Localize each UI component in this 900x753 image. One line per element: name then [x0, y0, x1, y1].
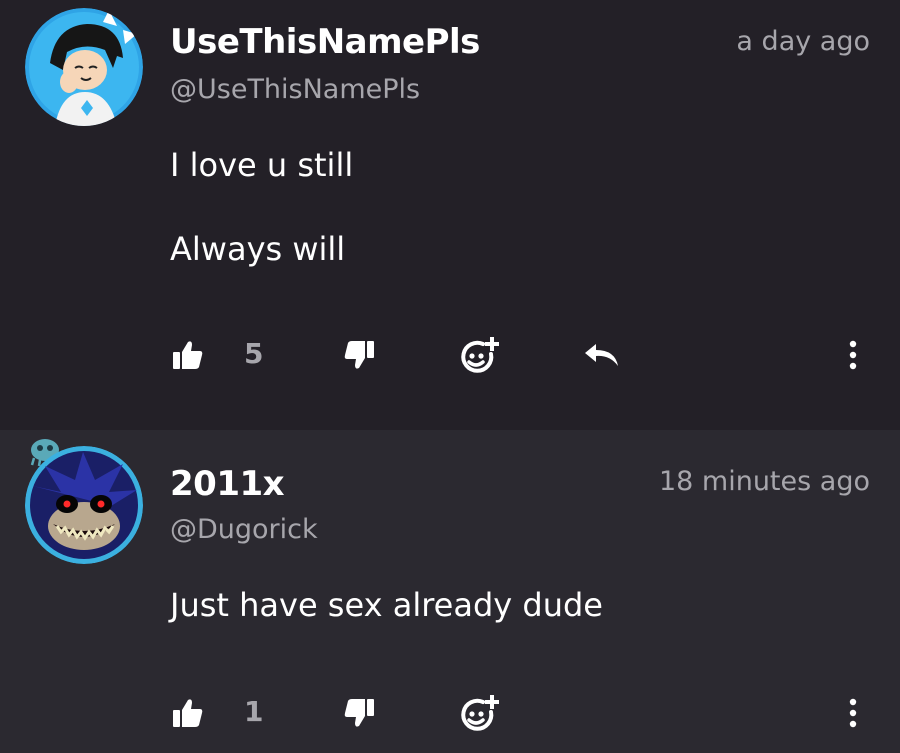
thumbs-up-icon [173, 341, 203, 369]
add-reaction-button[interactable] [459, 694, 499, 734]
more-vertical-icon [849, 340, 857, 370]
comment-text-line: I love u still [170, 146, 354, 184]
thumbs-down-icon [344, 699, 374, 727]
more-options-button[interactable] [846, 698, 860, 728]
timestamp: a day ago [736, 26, 870, 57]
like-count: 1 [244, 695, 264, 728]
emoji-add-icon [461, 695, 499, 731]
comment-text-line: Always will [170, 230, 346, 268]
emoji-add-icon [461, 337, 499, 373]
reply-icon [585, 344, 618, 366]
user-handle: @Dugorick [170, 514, 318, 545]
avatar-image [25, 446, 143, 564]
comment-item: UseThisNamePls @UseThisNamePls a day ago… [0, 0, 900, 430]
add-reaction-button[interactable] [459, 336, 499, 376]
username[interactable]: UseThisNamePls [170, 22, 480, 62]
user-avatar[interactable] [25, 8, 143, 126]
user-handle: @UseThisNamePls [170, 74, 421, 105]
avatar-image [25, 8, 143, 126]
timestamp: 18 minutes ago [658, 466, 870, 497]
thumbs-up-icon [173, 699, 203, 727]
more-options-button[interactable] [846, 340, 860, 370]
like-button[interactable] [172, 340, 204, 370]
reply-button[interactable] [584, 342, 620, 368]
dislike-button[interactable] [343, 698, 375, 728]
like-count: 5 [244, 337, 264, 370]
username[interactable]: 2011x [170, 464, 285, 504]
thumbs-down-icon [344, 341, 374, 369]
comment-item: 2011x @Dugorick 18 minutes ago Just have… [0, 430, 900, 753]
dislike-button[interactable] [343, 340, 375, 370]
more-vertical-icon [849, 698, 857, 728]
comment-text-line: Just have sex already dude [170, 586, 603, 624]
user-avatar[interactable] [25, 446, 143, 564]
like-button[interactable] [172, 698, 204, 728]
